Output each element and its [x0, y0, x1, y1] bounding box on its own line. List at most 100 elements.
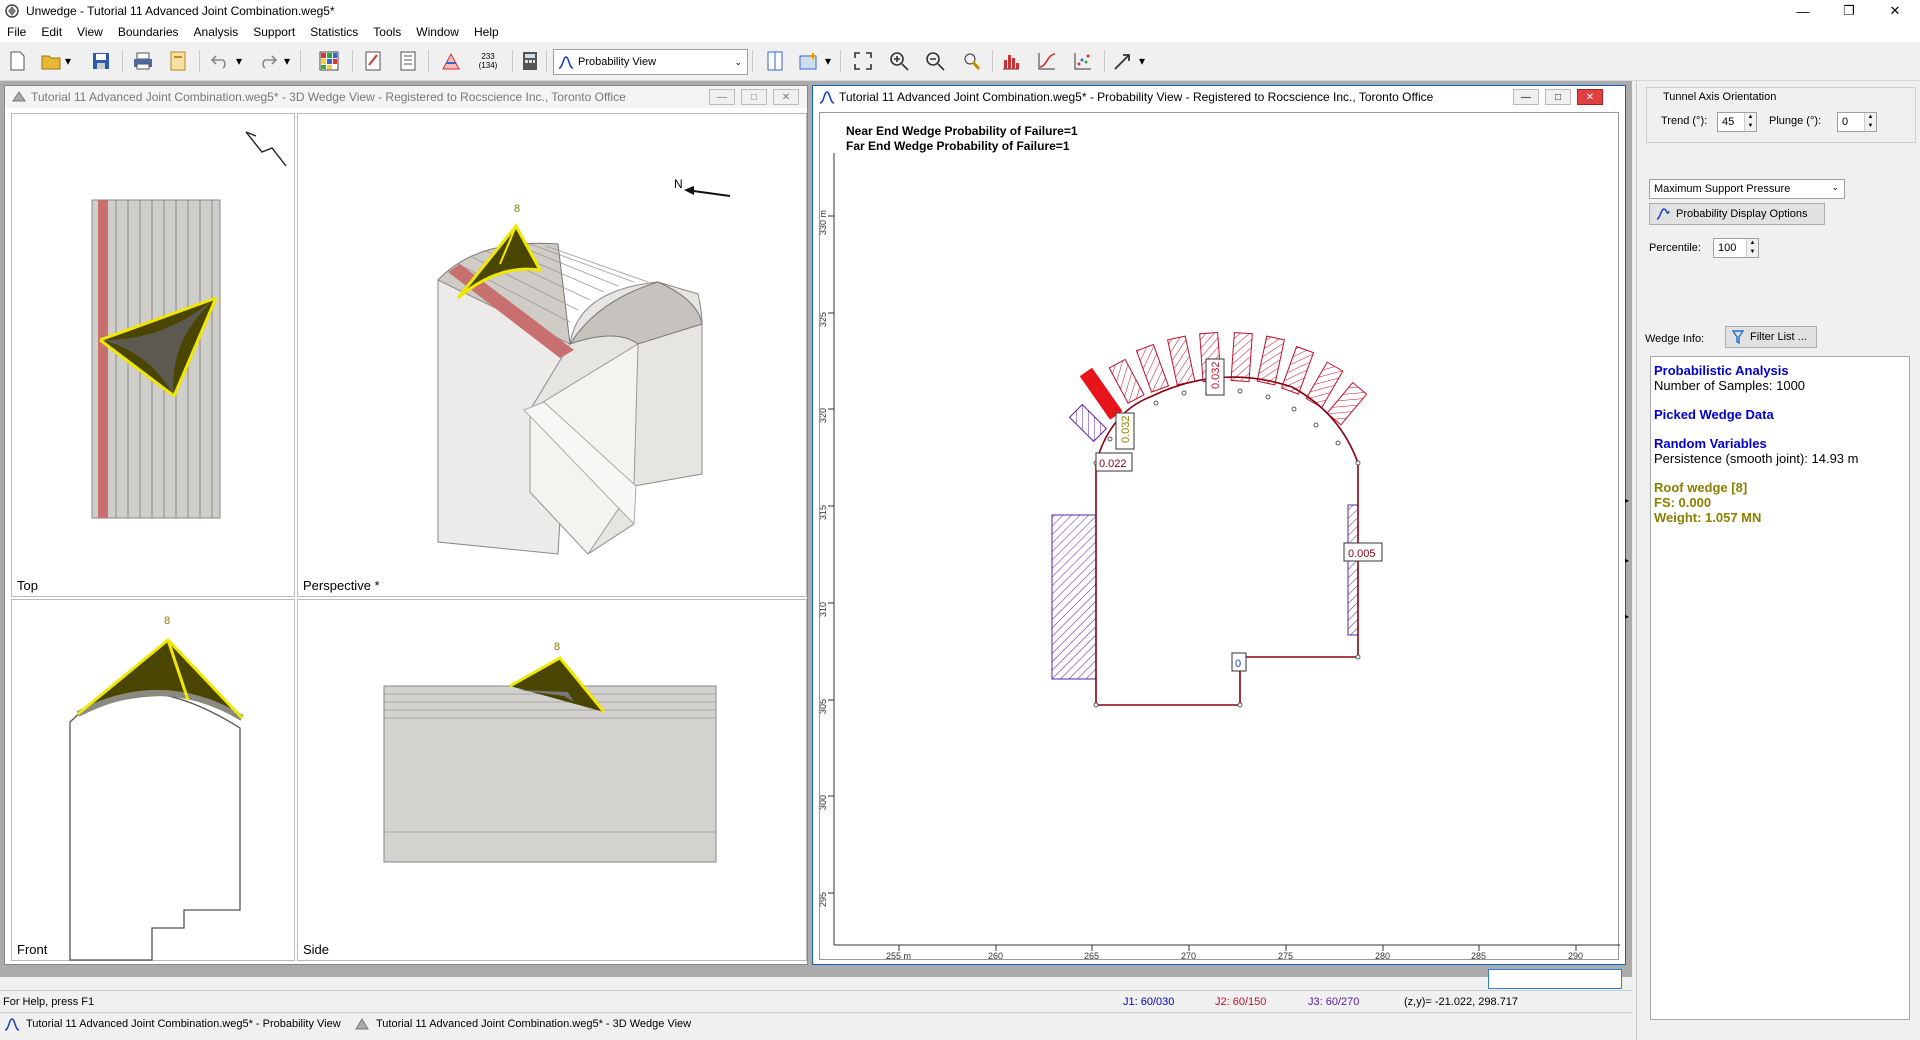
y-tick-325: 325: [820, 312, 828, 327]
calculator-icon[interactable]: [517, 48, 543, 74]
value-label-0-005: 0.005: [1348, 548, 1376, 560]
y-tick-300: 300: [820, 795, 828, 810]
y-tick-330: 330 m: [820, 210, 828, 235]
app-icon: [5, 4, 19, 18]
menu-analysis[interactable]: Analysis: [187, 25, 247, 39]
menu-support[interactable]: Support: [246, 25, 303, 39]
display-select[interactable]: Maximum Support Pressure ⌄: [1649, 179, 1845, 199]
side-view-label: Side: [303, 942, 330, 957]
print-icon[interactable]: [130, 48, 156, 74]
prob-restore-icon[interactable]: □: [1545, 89, 1571, 105]
y-tick-320: 320: [820, 408, 828, 423]
splitter-arrow-icon[interactable]: ▸: [1625, 496, 1629, 505]
prob-minimize-icon[interactable]: —: [1513, 89, 1539, 105]
menu-file[interactable]: File: [0, 25, 34, 39]
filter-list-button[interactable]: Filter List ...: [1725, 326, 1817, 348]
add-view-icon[interactable]: [796, 48, 822, 74]
percentile-label: Percentile:: [1649, 242, 1701, 254]
x-tick-265: 265: [1084, 951, 1099, 961]
new-file-icon[interactable]: [4, 48, 30, 74]
menu-view[interactable]: View: [70, 25, 111, 39]
front-viewport[interactable]: 8 Front: [11, 599, 295, 961]
near-end-probability: Near End Wedge Probability of Failure=1: [846, 124, 1078, 138]
undo-icon[interactable]: [207, 48, 233, 74]
menu-help[interactable]: Help: [467, 25, 507, 39]
command-input[interactable]: [1488, 969, 1622, 989]
splitter-arrow-icon[interactable]: ▸: [1625, 612, 1629, 621]
perspective-viewport[interactable]: N 8 Perspective *: [297, 113, 807, 597]
split-view-icon[interactable]: [762, 48, 788, 74]
close-icon[interactable]: ✕: [1872, 0, 1918, 22]
x-tick-285: 285: [1471, 951, 1486, 961]
export-icon[interactable]: [165, 48, 191, 74]
chevron-down-icon: ⌄: [1831, 182, 1839, 192]
joint-3-status: J3: 60/270: [1308, 996, 1360, 1008]
view-select[interactable]: Probability View ⌄: [553, 49, 748, 75]
zoom-out-icon[interactable]: [922, 48, 948, 74]
spin-arrows-icon[interactable]: ▲ ▼: [1744, 113, 1756, 131]
top-viewport[interactable]: Top: [11, 113, 295, 597]
y-tick-305: 305: [820, 699, 828, 714]
y-tick-310: 310: [820, 602, 828, 617]
x-tick-275: 275: [1278, 951, 1293, 961]
cumulative-icon[interactable]: [1034, 48, 1060, 74]
value-label-0-022: 0.022: [1099, 458, 1127, 470]
spin-arrows-icon[interactable]: ▲ ▼: [1746, 239, 1758, 257]
wall-pressure-right[interactable]: [1347, 504, 1359, 636]
open-folder-icon[interactable]: [38, 48, 64, 74]
redo-dropdown-icon[interactable]: ▾: [281, 48, 293, 74]
compute-icon[interactable]: [438, 48, 464, 74]
trend-input[interactable]: 45 ▲ ▼: [1717, 112, 1757, 132]
pan-icon[interactable]: [958, 48, 984, 74]
add-view-dropdown-icon[interactable]: ▾: [822, 48, 834, 74]
tunnel-outline: [1095, 376, 1359, 706]
probability-display-options-button[interactable]: Probability Display Options: [1649, 203, 1825, 225]
grid-icon[interactable]: [316, 48, 342, 74]
redo-icon[interactable]: [255, 48, 281, 74]
plunge-input[interactable]: 0 ▲ ▼: [1837, 112, 1877, 132]
splitter-arrow-icon[interactable]: ▸: [1625, 556, 1629, 565]
wall-pressure-left[interactable]: [1051, 514, 1097, 680]
side-viewport[interactable]: 8 Side: [297, 599, 807, 961]
child-minimize-icon[interactable]: —: [709, 89, 735, 105]
probability-plot[interactable]: Near End Wedge Probability of Failure=1 …: [819, 112, 1620, 961]
coordinates-status: (z,y)= -21.022, 298.717: [1404, 996, 1519, 1008]
restore-icon[interactable]: ❐: [1826, 0, 1872, 22]
menu-edit[interactable]: Edit: [34, 25, 70, 39]
minimize-icon[interactable]: —: [1780, 0, 1826, 22]
info-fs: FS: 0.000: [1654, 495, 1712, 510]
y-tick-315: 315: [820, 505, 828, 520]
child-close-icon[interactable]: ✕: [773, 89, 799, 105]
info-random-heading: Random Variables: [1654, 436, 1767, 451]
percentile-input[interactable]: 100 ▲ ▼: [1713, 238, 1759, 258]
save-icon[interactable]: [88, 48, 114, 74]
menu-boundaries[interactable]: Boundaries: [111, 25, 187, 39]
far-end-probability: Far End Wedge Probability of Failure=1: [846, 139, 1070, 153]
zoom-all-icon[interactable]: [850, 48, 876, 74]
title-bar: Unwedge - Tutorial 11 Advanced Joint Com…: [0, 0, 1920, 22]
report-icon[interactable]: [395, 48, 421, 74]
undo-dropdown-icon[interactable]: ▾: [233, 48, 245, 74]
prob-close-icon[interactable]: ✕: [1577, 89, 1603, 105]
sample-count-icon[interactable]: 233 (134): [472, 48, 504, 74]
menu-window[interactable]: Window: [409, 25, 467, 39]
status-bar: For Help, press F1 J1: 60/030 J2: 60/150…: [0, 990, 1632, 1012]
probability-view-titlebar[interactable]: Tutorial 11 Advanced Joint Combination.w…: [813, 86, 1625, 108]
child-restore-icon[interactable]: □: [741, 89, 767, 105]
wedge-view-titlebar[interactable]: Tutorial 11 Advanced Joint Combination.w…: [5, 86, 807, 108]
tab-probability-view[interactable]: Tutorial 11 Advanced Joint Combination.w…: [4, 1017, 341, 1031]
arrow-tool-dropdown-icon[interactable]: ▾: [1136, 48, 1148, 74]
spin-arrows-icon[interactable]: ▲ ▼: [1864, 113, 1876, 131]
top-view-label: Top: [17, 578, 38, 593]
zoom-in-icon[interactable]: [886, 48, 912, 74]
edit-page-icon[interactable]: [360, 48, 386, 74]
histogram-icon[interactable]: [998, 48, 1024, 74]
menu-tools[interactable]: Tools: [366, 25, 409, 39]
scatter-icon[interactable]: [1070, 48, 1096, 74]
arrow-tool-icon[interactable]: [1110, 48, 1136, 74]
open-dropdown-icon[interactable]: ▾: [62, 48, 74, 74]
menu-statistics[interactable]: Statistics: [303, 25, 366, 39]
value-label-0-032-left: 0.032: [1120, 415, 1132, 443]
window-tabs: Tutorial 11 Advanced Joint Combination.w…: [0, 1012, 1632, 1038]
tab-3d-wedge-view[interactable]: Tutorial 11 Advanced Joint Combination.w…: [354, 1017, 691, 1031]
